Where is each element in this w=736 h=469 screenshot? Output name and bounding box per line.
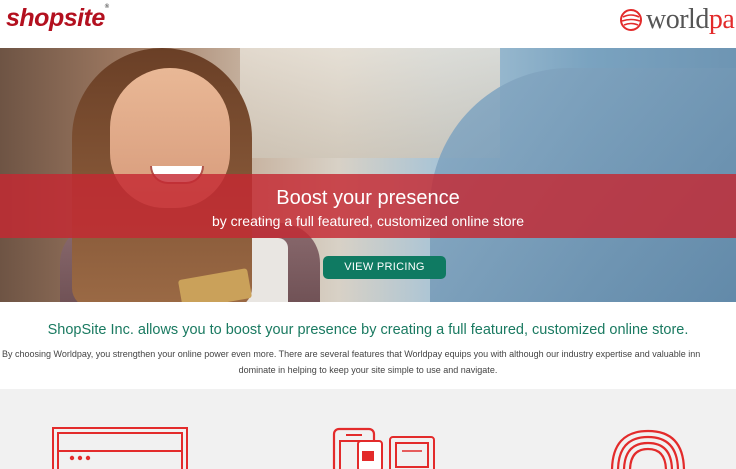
- shopsite-logo[interactable]: shopsite®: [6, 4, 109, 33]
- worldpay-logo[interactable]: worldpa: [620, 2, 735, 38]
- stacked-cards-icon: [611, 429, 685, 469]
- shopsite-logo-text: shopsite: [6, 4, 105, 32]
- multi-device-icon: [332, 427, 435, 469]
- worldpay-globe-icon: [620, 9, 642, 31]
- features-section: [0, 389, 736, 469]
- intro-title: ShopSite Inc. allows you to boost your p…: [47, 322, 689, 338]
- hero-subheadline: by creating a full featured, customized …: [211, 213, 525, 229]
- browser-window-icon: [52, 427, 188, 469]
- intro-paragraph-line-2: dominate in helping to keep your site si…: [238, 365, 498, 375]
- top-header: shopsite® worldpa: [0, 0, 736, 48]
- view-pricing-button[interactable]: VIEW PRICING: [323, 256, 446, 279]
- worldpay-logo-text: world: [646, 4, 709, 35]
- hero-banner: Boost your presence by creating a full f…: [0, 174, 736, 238]
- intro-section: ShopSite Inc. allows you to boost your p…: [0, 302, 736, 389]
- hero-headline: Boost your presence: [276, 187, 460, 209]
- worldpay-logo-text-tail: pa: [708, 4, 735, 35]
- intro-paragraph-line-1: By choosing Worldpay, you strengthen you…: [2, 349, 701, 359]
- trademark-mark: ®: [104, 4, 109, 10]
